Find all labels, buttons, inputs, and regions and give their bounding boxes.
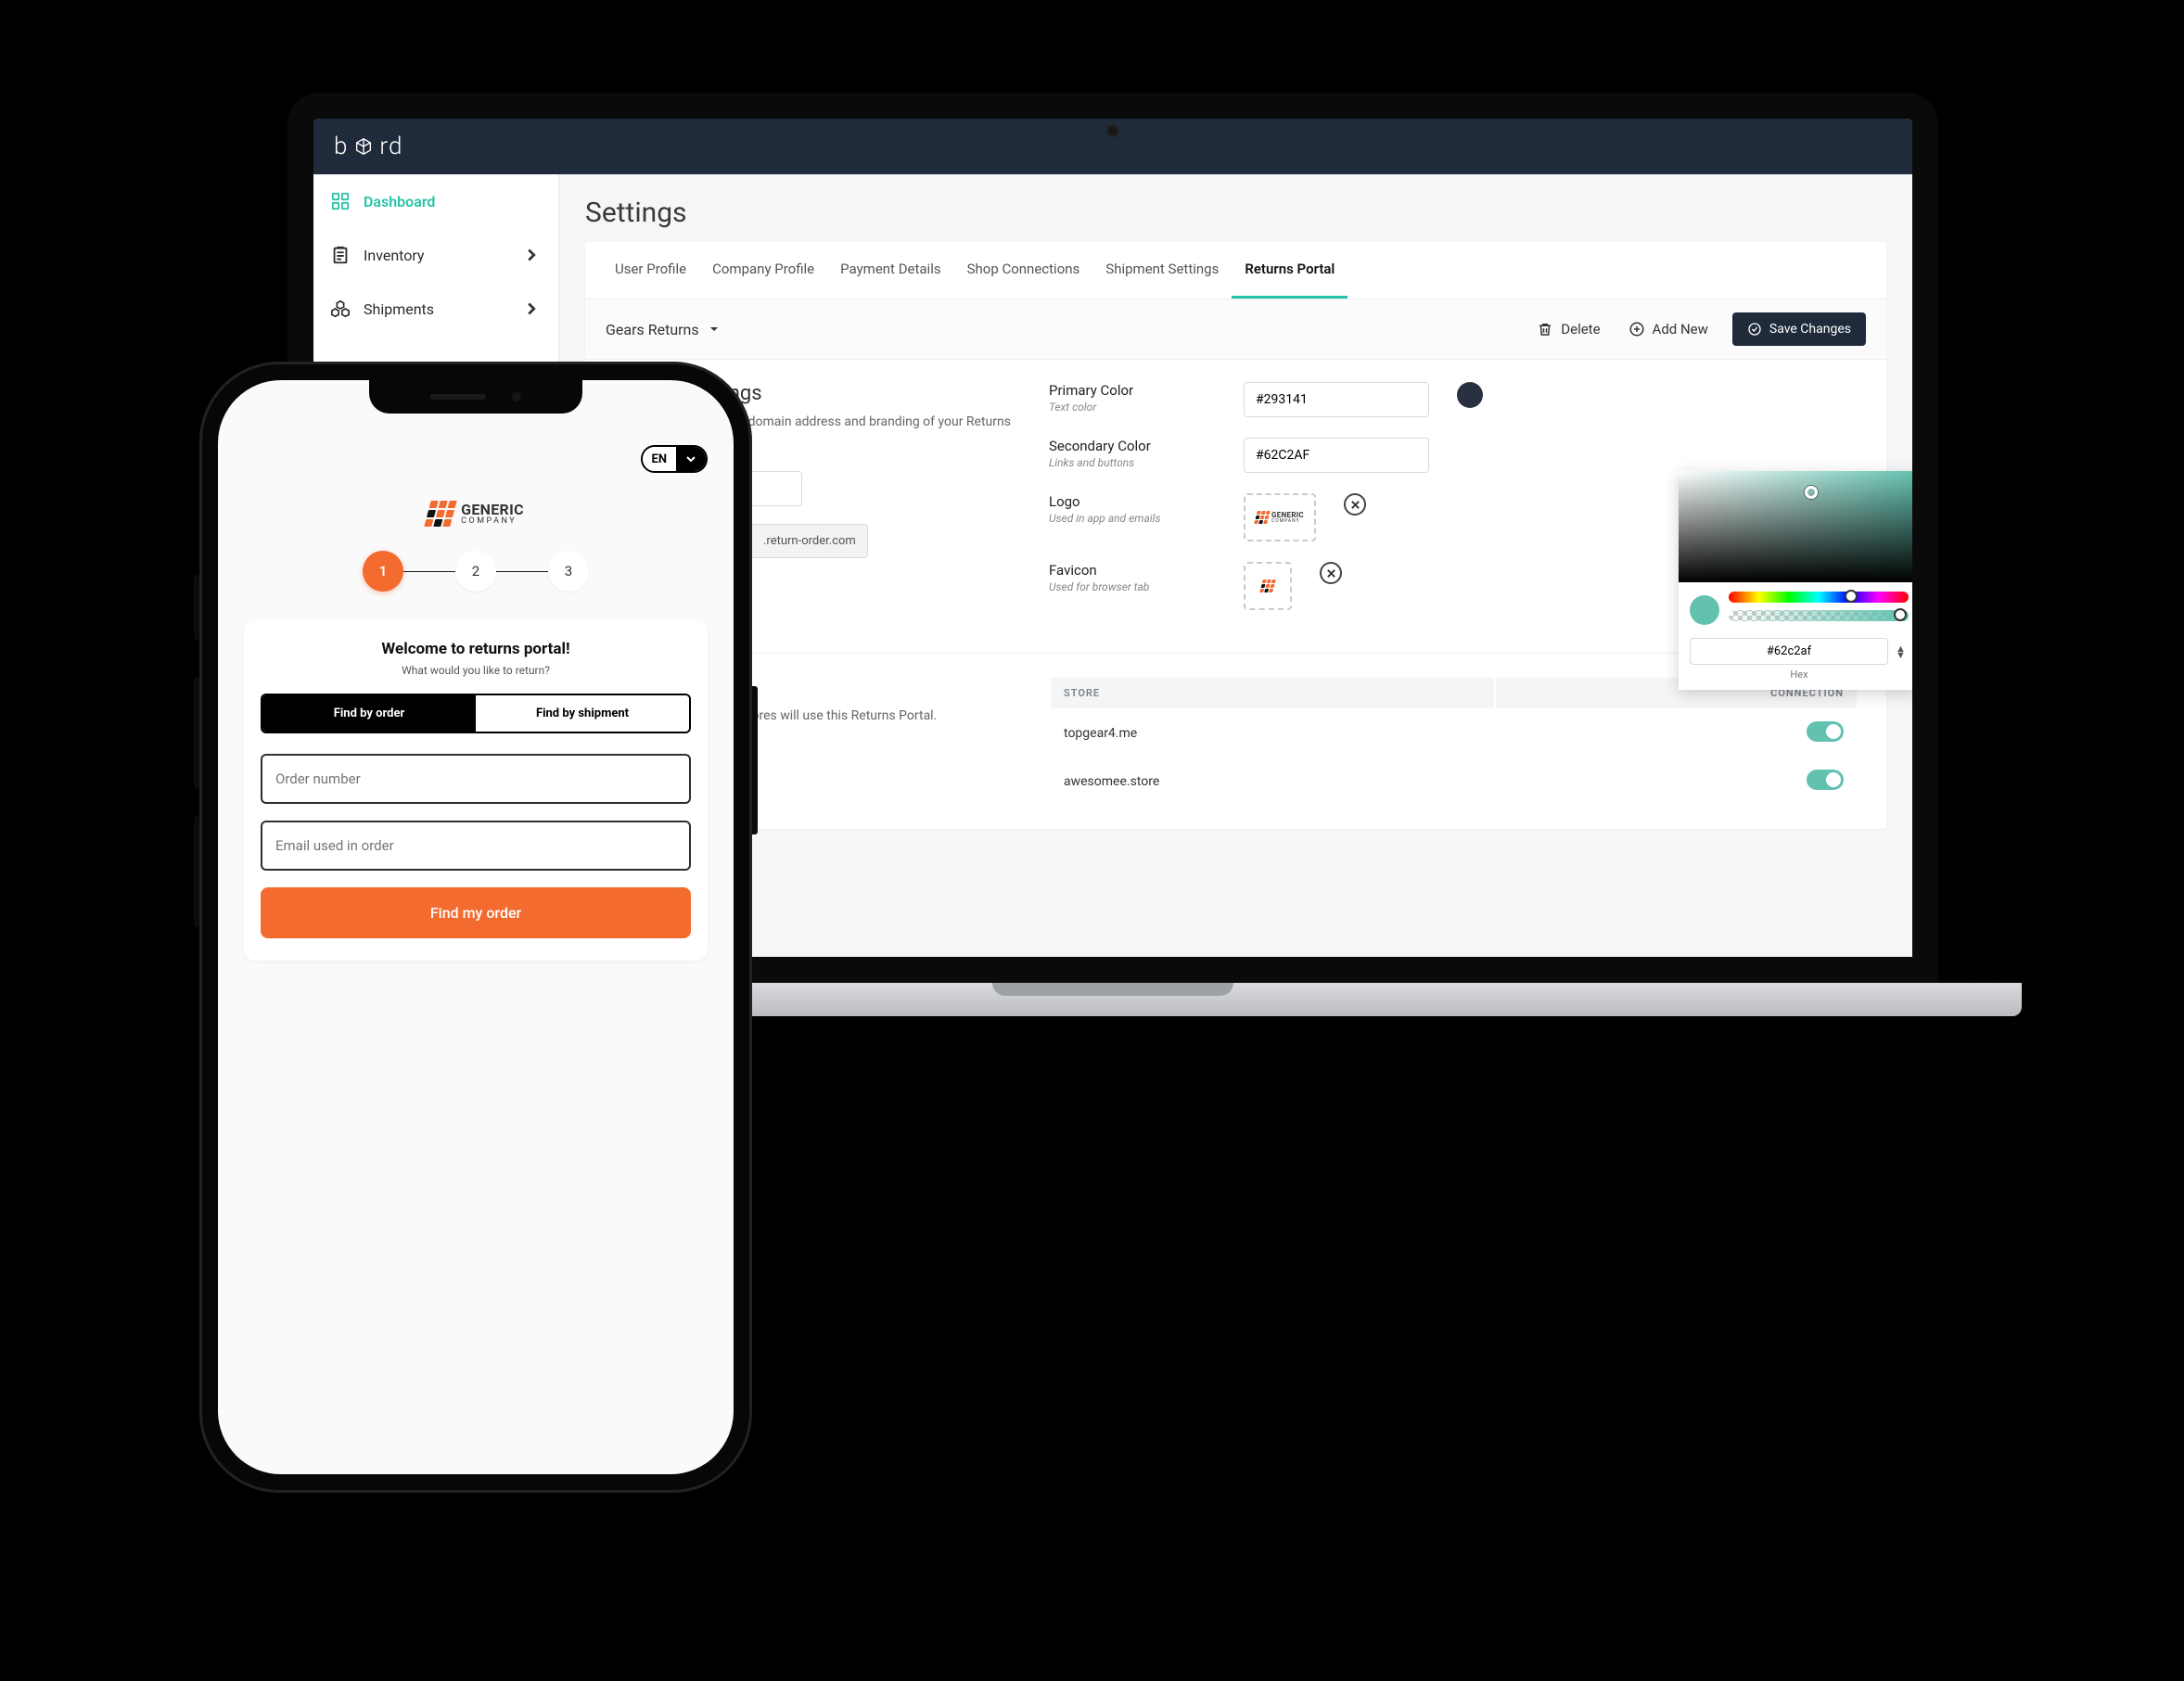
alpha-slider[interactable] xyxy=(1729,610,1909,621)
welcome-subtext: What would you like to return? xyxy=(261,664,691,677)
brand-logo: b rd xyxy=(334,133,402,160)
segment-find-by-order[interactable]: Find by order xyxy=(262,695,476,732)
table-row: topgear4.me xyxy=(1051,710,1857,757)
save-changes-button[interactable]: Save Changes xyxy=(1732,312,1866,346)
sidebar-item-dashboard[interactable]: Dashboard xyxy=(313,174,558,228)
delete-button[interactable]: Delete xyxy=(1533,315,1603,343)
trash-icon xyxy=(1537,321,1553,337)
clipboard-icon xyxy=(330,245,351,265)
add-new-button[interactable]: Add New xyxy=(1625,315,1712,343)
logo-preview: GENERICCOMPANY xyxy=(1256,511,1304,524)
boxes-icon xyxy=(330,299,351,319)
phone-mockup: EN GENERICCOMPANY 1 2 3 xyxy=(199,362,752,1493)
welcome-heading: Welcome to returns portal! xyxy=(261,640,691,658)
favicon-preview xyxy=(1261,579,1274,592)
close-icon xyxy=(1350,500,1360,510)
hue-slider[interactable] xyxy=(1729,592,1909,603)
picker-preview-swatch xyxy=(1690,595,1719,625)
sidebar-item-label: Shipments xyxy=(364,300,434,318)
favicon-clear-button[interactable] xyxy=(1320,562,1342,584)
settings-tabs: User Profile Company Profile Payment Det… xyxy=(585,242,1886,299)
saturation-area[interactable] xyxy=(1679,471,1912,582)
chevron-right-icon xyxy=(521,245,542,265)
tab-user-profile[interactable]: User Profile xyxy=(602,242,699,299)
find-order-button[interactable]: Find my order xyxy=(261,887,691,938)
dropdown-value: Gears Returns xyxy=(606,321,699,338)
chevron-right-icon xyxy=(521,299,542,319)
sublabel-primary-color: Text color xyxy=(1049,401,1225,414)
color-picker-popover: ▲▼ Hex xyxy=(1679,471,1912,690)
sidebar-item-label: Dashboard xyxy=(364,193,435,210)
cube-icon xyxy=(353,136,374,157)
logo-upload[interactable]: GENERICCOMPANY xyxy=(1244,493,1316,541)
check-circle-icon xyxy=(1747,322,1762,337)
col-store: STORE xyxy=(1051,678,1494,708)
sublabel-logo: Used in app and emails xyxy=(1049,512,1225,525)
company-logo: GENERICCOMPANY xyxy=(244,501,708,527)
primary-color-swatch[interactable] xyxy=(1457,382,1483,408)
order-number-input[interactable] xyxy=(261,754,691,804)
saturation-cursor[interactable] xyxy=(1805,486,1818,499)
segment-find-by-shipment[interactable]: Find by shipment xyxy=(476,695,689,732)
toolbar: Gears Returns Delete Add New xyxy=(585,299,1886,360)
format-stepper[interactable]: ▲▼ xyxy=(1896,645,1909,658)
sidebar-item-label: Inventory xyxy=(364,247,425,264)
step-2[interactable]: 2 xyxy=(455,551,496,592)
tab-payment-details[interactable]: Payment Details xyxy=(827,242,953,299)
hue-knob[interactable] xyxy=(1845,590,1858,603)
step-1[interactable]: 1 xyxy=(363,551,403,592)
store-name: topgear4.me xyxy=(1051,710,1494,757)
alpha-knob[interactable] xyxy=(1894,608,1907,621)
language-code: EN xyxy=(643,447,677,471)
favicon-upload[interactable] xyxy=(1244,562,1292,610)
connection-toggle[interactable] xyxy=(1807,721,1844,742)
connection-toggle[interactable] xyxy=(1807,770,1844,790)
table-row: awesomee.store xyxy=(1051,758,1857,805)
caret-down-icon xyxy=(709,324,720,335)
tab-company-profile[interactable]: Company Profile xyxy=(699,242,827,299)
label-logo: Logo xyxy=(1049,493,1225,510)
stepper: 1 2 3 xyxy=(244,551,708,592)
main-content: Settings User Profile Company Profile Pa… xyxy=(559,174,1912,957)
domain-suffix: .return-order.com xyxy=(752,524,868,558)
sublabel-secondary-color: Links and buttons xyxy=(1049,456,1225,469)
returns-card: Welcome to returns portal! What would yo… xyxy=(244,619,708,961)
plus-circle-icon xyxy=(1628,321,1645,337)
logo-clear-button[interactable] xyxy=(1344,493,1366,516)
stores-table: STORE CONNECTION topgear4.me xyxy=(1049,676,1858,807)
close-icon xyxy=(1326,568,1336,579)
language-selector[interactable]: EN xyxy=(641,445,709,473)
page-title: Settings xyxy=(585,197,1886,229)
label-primary-color: Primary Color xyxy=(1049,382,1225,399)
store-name: awesomee.store xyxy=(1051,758,1494,805)
sidebar-item-inventory[interactable]: Inventory xyxy=(313,228,558,282)
tab-shipment-settings[interactable]: Shipment Settings xyxy=(1092,242,1232,299)
search-mode-segment: Find by order Find by shipment xyxy=(261,694,691,733)
hex-input[interactable] xyxy=(1690,638,1888,665)
step-3[interactable]: 3 xyxy=(548,551,589,592)
tab-shop-connections[interactable]: Shop Connections xyxy=(954,242,1093,299)
secondary-color-input[interactable] xyxy=(1244,438,1429,473)
phone-notch xyxy=(369,380,582,414)
chevron-down-icon xyxy=(676,447,706,471)
laptop-camera-dot xyxy=(1108,126,1118,135)
hex-label: Hex xyxy=(1679,669,1912,681)
label-secondary-color: Secondary Color xyxy=(1049,438,1225,454)
grid-icon xyxy=(330,191,351,211)
portal-dropdown[interactable]: Gears Returns xyxy=(606,321,720,338)
sidebar-item-shipments[interactable]: Shipments xyxy=(313,282,558,336)
tab-returns-portal[interactable]: Returns Portal xyxy=(1232,242,1347,299)
sublabel-favicon: Used for browser tab xyxy=(1049,580,1225,593)
primary-color-input[interactable] xyxy=(1244,382,1429,417)
order-email-input[interactable] xyxy=(261,821,691,871)
label-favicon: Favicon xyxy=(1049,562,1225,579)
